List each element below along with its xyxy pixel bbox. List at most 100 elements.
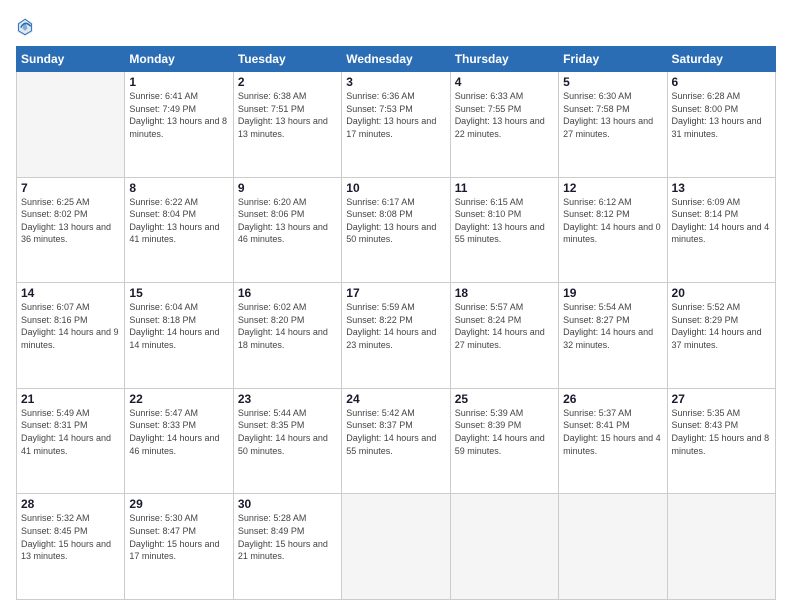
calendar-cell bbox=[450, 494, 558, 600]
calendar-cell: 24Sunrise: 5:42 AMSunset: 8:37 PMDayligh… bbox=[342, 388, 450, 494]
weekday-header: Tuesday bbox=[233, 47, 341, 72]
calendar-cell: 14Sunrise: 6:07 AMSunset: 8:16 PMDayligh… bbox=[17, 283, 125, 389]
day-info: Sunrise: 5:49 AMSunset: 8:31 PMDaylight:… bbox=[21, 407, 120, 457]
day-info: Sunrise: 6:20 AMSunset: 8:06 PMDaylight:… bbox=[238, 196, 337, 246]
day-info: Sunrise: 6:17 AMSunset: 8:08 PMDaylight:… bbox=[346, 196, 445, 246]
day-info: Sunrise: 5:42 AMSunset: 8:37 PMDaylight:… bbox=[346, 407, 445, 457]
weekday-header: Thursday bbox=[450, 47, 558, 72]
day-number: 4 bbox=[455, 75, 554, 89]
weekday-header: Monday bbox=[125, 47, 233, 72]
calendar-week-row: 14Sunrise: 6:07 AMSunset: 8:16 PMDayligh… bbox=[17, 283, 776, 389]
calendar-cell: 5Sunrise: 6:30 AMSunset: 7:58 PMDaylight… bbox=[559, 72, 667, 178]
day-number: 7 bbox=[21, 181, 120, 195]
calendar-cell: 25Sunrise: 5:39 AMSunset: 8:39 PMDayligh… bbox=[450, 388, 558, 494]
calendar-week-row: 28Sunrise: 5:32 AMSunset: 8:45 PMDayligh… bbox=[17, 494, 776, 600]
calendar-cell: 3Sunrise: 6:36 AMSunset: 7:53 PMDaylight… bbox=[342, 72, 450, 178]
day-number: 23 bbox=[238, 392, 337, 406]
day-info: Sunrise: 6:12 AMSunset: 8:12 PMDaylight:… bbox=[563, 196, 662, 246]
calendar-cell: 11Sunrise: 6:15 AMSunset: 8:10 PMDayligh… bbox=[450, 177, 558, 283]
calendar-cell: 9Sunrise: 6:20 AMSunset: 8:06 PMDaylight… bbox=[233, 177, 341, 283]
weekday-header: Wednesday bbox=[342, 47, 450, 72]
day-number: 18 bbox=[455, 286, 554, 300]
day-info: Sunrise: 5:59 AMSunset: 8:22 PMDaylight:… bbox=[346, 301, 445, 351]
day-number: 28 bbox=[21, 497, 120, 511]
day-number: 29 bbox=[129, 497, 228, 511]
day-info: Sunrise: 6:28 AMSunset: 8:00 PMDaylight:… bbox=[672, 90, 771, 140]
day-number: 30 bbox=[238, 497, 337, 511]
calendar-cell: 30Sunrise: 5:28 AMSunset: 8:49 PMDayligh… bbox=[233, 494, 341, 600]
day-info: Sunrise: 5:57 AMSunset: 8:24 PMDaylight:… bbox=[455, 301, 554, 351]
day-number: 22 bbox=[129, 392, 228, 406]
calendar-cell bbox=[17, 72, 125, 178]
calendar-cell: 17Sunrise: 5:59 AMSunset: 8:22 PMDayligh… bbox=[342, 283, 450, 389]
day-number: 6 bbox=[672, 75, 771, 89]
calendar-cell: 19Sunrise: 5:54 AMSunset: 8:27 PMDayligh… bbox=[559, 283, 667, 389]
calendar-body: 1Sunrise: 6:41 AMSunset: 7:49 PMDaylight… bbox=[17, 72, 776, 600]
day-info: Sunrise: 6:07 AMSunset: 8:16 PMDaylight:… bbox=[21, 301, 120, 351]
calendar-cell: 7Sunrise: 6:25 AMSunset: 8:02 PMDaylight… bbox=[17, 177, 125, 283]
day-info: Sunrise: 6:15 AMSunset: 8:10 PMDaylight:… bbox=[455, 196, 554, 246]
day-info: Sunrise: 5:30 AMSunset: 8:47 PMDaylight:… bbox=[129, 512, 228, 562]
calendar-cell: 28Sunrise: 5:32 AMSunset: 8:45 PMDayligh… bbox=[17, 494, 125, 600]
day-info: Sunrise: 5:39 AMSunset: 8:39 PMDaylight:… bbox=[455, 407, 554, 457]
calendar-cell: 8Sunrise: 6:22 AMSunset: 8:04 PMDaylight… bbox=[125, 177, 233, 283]
day-number: 14 bbox=[21, 286, 120, 300]
calendar-cell: 15Sunrise: 6:04 AMSunset: 8:18 PMDayligh… bbox=[125, 283, 233, 389]
calendar-cell: 1Sunrise: 6:41 AMSunset: 7:49 PMDaylight… bbox=[125, 72, 233, 178]
day-info: Sunrise: 5:52 AMSunset: 8:29 PMDaylight:… bbox=[672, 301, 771, 351]
day-info: Sunrise: 6:22 AMSunset: 8:04 PMDaylight:… bbox=[129, 196, 228, 246]
calendar-cell bbox=[667, 494, 775, 600]
day-number: 9 bbox=[238, 181, 337, 195]
calendar-header-row: SundayMondayTuesdayWednesdayThursdayFrid… bbox=[17, 47, 776, 72]
day-info: Sunrise: 5:32 AMSunset: 8:45 PMDaylight:… bbox=[21, 512, 120, 562]
day-info: Sunrise: 6:02 AMSunset: 8:20 PMDaylight:… bbox=[238, 301, 337, 351]
calendar-cell: 2Sunrise: 6:38 AMSunset: 7:51 PMDaylight… bbox=[233, 72, 341, 178]
day-number: 25 bbox=[455, 392, 554, 406]
weekday-header: Saturday bbox=[667, 47, 775, 72]
logo bbox=[16, 16, 38, 38]
page: SundayMondayTuesdayWednesdayThursdayFrid… bbox=[0, 0, 792, 612]
day-number: 2 bbox=[238, 75, 337, 89]
day-number: 1 bbox=[129, 75, 228, 89]
weekday-header: Friday bbox=[559, 47, 667, 72]
calendar-cell: 21Sunrise: 5:49 AMSunset: 8:31 PMDayligh… bbox=[17, 388, 125, 494]
day-info: Sunrise: 6:30 AMSunset: 7:58 PMDaylight:… bbox=[563, 90, 662, 140]
calendar-table: SundayMondayTuesdayWednesdayThursdayFrid… bbox=[16, 46, 776, 600]
day-info: Sunrise: 5:28 AMSunset: 8:49 PMDaylight:… bbox=[238, 512, 337, 562]
day-info: Sunrise: 6:36 AMSunset: 7:53 PMDaylight:… bbox=[346, 90, 445, 140]
calendar-cell: 20Sunrise: 5:52 AMSunset: 8:29 PMDayligh… bbox=[667, 283, 775, 389]
calendar-cell: 16Sunrise: 6:02 AMSunset: 8:20 PMDayligh… bbox=[233, 283, 341, 389]
day-info: Sunrise: 6:09 AMSunset: 8:14 PMDaylight:… bbox=[672, 196, 771, 246]
day-info: Sunrise: 5:54 AMSunset: 8:27 PMDaylight:… bbox=[563, 301, 662, 351]
logo-icon bbox=[16, 16, 34, 38]
day-info: Sunrise: 6:33 AMSunset: 7:55 PMDaylight:… bbox=[455, 90, 554, 140]
calendar-cell: 23Sunrise: 5:44 AMSunset: 8:35 PMDayligh… bbox=[233, 388, 341, 494]
day-info: Sunrise: 5:35 AMSunset: 8:43 PMDaylight:… bbox=[672, 407, 771, 457]
day-info: Sunrise: 6:04 AMSunset: 8:18 PMDaylight:… bbox=[129, 301, 228, 351]
calendar-cell: 10Sunrise: 6:17 AMSunset: 8:08 PMDayligh… bbox=[342, 177, 450, 283]
day-number: 3 bbox=[346, 75, 445, 89]
calendar-week-row: 1Sunrise: 6:41 AMSunset: 7:49 PMDaylight… bbox=[17, 72, 776, 178]
calendar-week-row: 21Sunrise: 5:49 AMSunset: 8:31 PMDayligh… bbox=[17, 388, 776, 494]
day-info: Sunrise: 5:37 AMSunset: 8:41 PMDaylight:… bbox=[563, 407, 662, 457]
weekday-header: Sunday bbox=[17, 47, 125, 72]
calendar-week-row: 7Sunrise: 6:25 AMSunset: 8:02 PMDaylight… bbox=[17, 177, 776, 283]
day-number: 15 bbox=[129, 286, 228, 300]
day-number: 21 bbox=[21, 392, 120, 406]
calendar-cell: 6Sunrise: 6:28 AMSunset: 8:00 PMDaylight… bbox=[667, 72, 775, 178]
header bbox=[16, 12, 776, 38]
day-number: 26 bbox=[563, 392, 662, 406]
day-info: Sunrise: 5:47 AMSunset: 8:33 PMDaylight:… bbox=[129, 407, 228, 457]
calendar-cell: 22Sunrise: 5:47 AMSunset: 8:33 PMDayligh… bbox=[125, 388, 233, 494]
calendar-cell: 12Sunrise: 6:12 AMSunset: 8:12 PMDayligh… bbox=[559, 177, 667, 283]
day-info: Sunrise: 6:41 AMSunset: 7:49 PMDaylight:… bbox=[129, 90, 228, 140]
day-info: Sunrise: 6:38 AMSunset: 7:51 PMDaylight:… bbox=[238, 90, 337, 140]
calendar-cell: 27Sunrise: 5:35 AMSunset: 8:43 PMDayligh… bbox=[667, 388, 775, 494]
calendar-cell bbox=[342, 494, 450, 600]
day-info: Sunrise: 5:44 AMSunset: 8:35 PMDaylight:… bbox=[238, 407, 337, 457]
calendar-cell: 13Sunrise: 6:09 AMSunset: 8:14 PMDayligh… bbox=[667, 177, 775, 283]
day-number: 17 bbox=[346, 286, 445, 300]
calendar-cell bbox=[559, 494, 667, 600]
day-number: 19 bbox=[563, 286, 662, 300]
day-number: 27 bbox=[672, 392, 771, 406]
